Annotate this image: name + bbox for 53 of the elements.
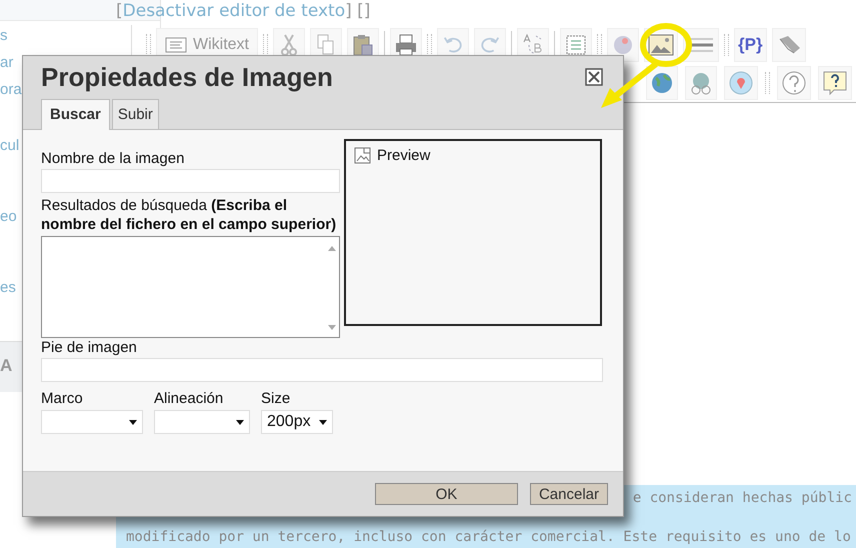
bracket-text: [ bbox=[116, 1, 123, 21]
caption-field[interactable] bbox=[41, 358, 603, 382]
help-bubble-button[interactable] bbox=[818, 66, 852, 100]
globe-people-button[interactable] bbox=[685, 66, 717, 100]
sidebar-link[interactable]: ar bbox=[0, 49, 14, 76]
ok-button[interactable]: OK bbox=[374, 483, 518, 505]
help-button[interactable] bbox=[777, 66, 811, 100]
pointer-arrow bbox=[601, 62, 658, 108]
notice-text: e consideran hechas públic bbox=[632, 489, 852, 508]
globe-icon bbox=[650, 71, 674, 95]
caret-icon bbox=[129, 420, 137, 424]
preview-label: Preview bbox=[377, 147, 430, 164]
sidebar-link[interactable]: s bbox=[0, 22, 8, 49]
field-label: Size bbox=[261, 389, 292, 408]
field-label: Alineación bbox=[154, 389, 224, 408]
caret-icon bbox=[319, 420, 327, 424]
question-circle-icon bbox=[781, 70, 807, 96]
document-icon bbox=[165, 37, 187, 53]
question-bubble-icon bbox=[822, 70, 848, 96]
highlight-ring bbox=[640, 23, 692, 67]
sidebar-link[interactable]: cul bbox=[0, 132, 20, 159]
parser-function-button[interactable]: {P} bbox=[734, 28, 767, 62]
search-results-list[interactable] bbox=[41, 236, 340, 338]
broken-image-icon bbox=[354, 147, 372, 165]
dropdown[interactable] bbox=[154, 410, 250, 434]
sidebar-link[interactable]: eo bbox=[0, 203, 17, 230]
close-icon bbox=[585, 68, 603, 86]
field-label: Resultados de búsqueda (Escriba el nombre del fichero en el campo superior) bbox=[41, 196, 338, 234]
notice-text: modificado por un tercero, incluso con carácter comercial. Este requisito es uno de lo bbox=[126, 528, 851, 547]
caret-icon bbox=[236, 420, 244, 424]
dialog-title: Propiedades de Imagen bbox=[41, 62, 333, 92]
image-name-field[interactable] bbox=[41, 169, 340, 193]
field-label: Marco bbox=[41, 389, 84, 408]
disable-editor-link[interactable]: Desactivar editor de texto bbox=[122, 1, 346, 21]
scroll-down-icon bbox=[328, 325, 336, 330]
cancel-button[interactable]: Cancelar bbox=[530, 483, 608, 505]
image-icon bbox=[648, 34, 674, 56]
scroll-up-icon bbox=[328, 246, 336, 251]
field-label: Pie de imagen bbox=[41, 338, 138, 357]
eraser-button[interactable] bbox=[772, 28, 806, 62]
dropdown[interactable] bbox=[41, 410, 143, 434]
field-label: Nombre de la imagen bbox=[41, 149, 186, 168]
sidebar-link[interactable]: ora bbox=[0, 76, 22, 103]
close-button[interactable] bbox=[585, 68, 603, 86]
sidebar-link[interactable]: es bbox=[0, 274, 16, 301]
dialog-tab[interactable]: Subir bbox=[112, 99, 159, 129]
dropdown[interactable]: 200px bbox=[261, 410, 333, 434]
bracket-text: ] [] bbox=[345, 1, 370, 21]
map-pin-button[interactable] bbox=[724, 66, 758, 100]
dialog-tab[interactable]: Buscar bbox=[41, 99, 110, 130]
globe-people-icon bbox=[689, 71, 713, 95]
map-pin-icon bbox=[728, 70, 754, 96]
globe-button[interactable] bbox=[646, 66, 678, 100]
